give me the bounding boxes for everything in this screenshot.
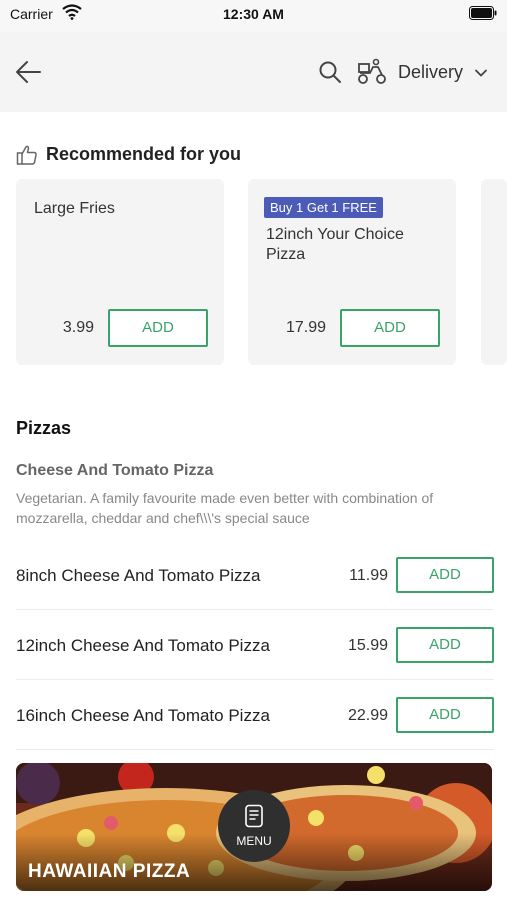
add-button[interactable]: ADD xyxy=(108,309,208,347)
product-name: 12inch Your Choice Pizza xyxy=(266,226,404,263)
arrow-left-icon[interactable] xyxy=(14,58,44,86)
variant-name: 8inch Cheese And Tomato Pizza xyxy=(16,566,261,585)
add-button[interactable]: ADD xyxy=(396,697,494,733)
add-button[interactable]: ADD xyxy=(396,627,494,663)
add-button[interactable]: ADD xyxy=(396,557,494,593)
product-name: Large Fries xyxy=(34,200,115,217)
variant-price: 22.99 xyxy=(347,707,388,724)
scooter-icon[interactable] xyxy=(356,58,388,86)
delivery-mode-selector[interactable]: Delivery xyxy=(398,62,463,83)
product-group-description: Vegetarian. A family favourite made even… xyxy=(16,490,434,526)
variant-name: 12inch Cheese And Tomato Pizza xyxy=(16,636,270,655)
list-item: 12inch Cheese And Tomato Pizza 15.99 ADD xyxy=(16,610,494,680)
promo-badge: Buy 1 Get 1 FREE xyxy=(264,197,383,218)
variant-price: 15.99 xyxy=(347,637,388,654)
add-button[interactable]: ADD xyxy=(340,309,440,347)
menu-book-icon xyxy=(245,804,263,828)
banner-title: HAWAIIAN PIZZA xyxy=(28,861,191,882)
battery-icon xyxy=(469,6,497,20)
menu-button[interactable]: MENU xyxy=(218,790,290,862)
list-item: 16inch Cheese And Tomato Pizza 22.99 ADD xyxy=(16,680,494,750)
product-group-title: Cheese And Tomato Pizza xyxy=(16,462,214,479)
recommended-card[interactable]: Large Fries 3.99 ADD xyxy=(16,179,224,365)
section-title: Pizzas xyxy=(16,418,72,438)
top-bar: Delivery xyxy=(0,32,507,112)
recommended-card-peek[interactable] xyxy=(481,179,507,365)
menu-button-label: MENU xyxy=(236,834,272,848)
status-bar: Carrier 12:30 AM xyxy=(0,0,507,32)
recommended-card[interactable]: Buy 1 Get 1 FREE 12inch Your Choice Pizz… xyxy=(248,179,456,365)
thumbs-up-icon xyxy=(16,145,37,165)
variant-price: 11.99 xyxy=(349,567,388,584)
product-price: 3.99 xyxy=(62,319,94,336)
product-price: 17.99 xyxy=(285,319,326,336)
chevron-down-icon[interactable] xyxy=(474,66,488,80)
clock: 12:30 AM xyxy=(223,6,284,22)
list-item: 8inch Cheese And Tomato Pizza 11.99 ADD xyxy=(16,540,494,610)
recommended-title: Recommended for you xyxy=(46,144,242,164)
search-icon[interactable] xyxy=(318,60,342,84)
variant-name: 16inch Cheese And Tomato Pizza xyxy=(16,706,270,725)
